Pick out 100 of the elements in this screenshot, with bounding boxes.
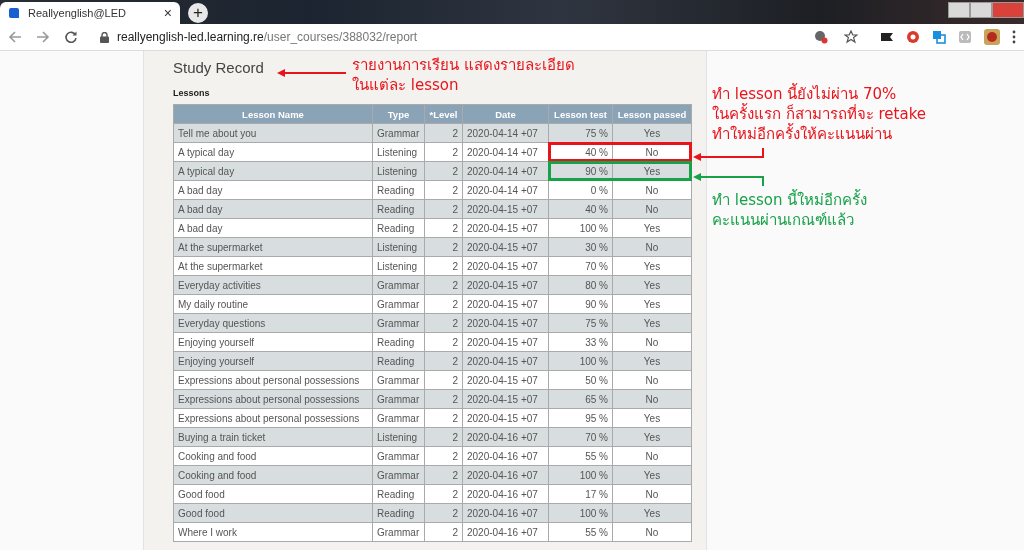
table-cell: 2020-04-15 +07: [463, 314, 549, 333]
table-cell: 2: [425, 181, 463, 200]
new-tab-button[interactable]: +: [188, 3, 208, 23]
column-header: *Level: [425, 105, 463, 124]
table-cell: Grammar: [373, 295, 425, 314]
table-cell: Cooking and food: [174, 447, 373, 466]
table-cell: Yes: [613, 466, 692, 485]
table-cell: 0 %: [549, 181, 613, 200]
arrow: [692, 148, 764, 162]
profile-avatar-icon[interactable]: [984, 29, 1000, 45]
table-cell: A typical day: [174, 162, 373, 181]
site-favicon-icon: [8, 7, 20, 19]
table-cell: 95 %: [549, 409, 613, 428]
table-cell: Grammar: [373, 466, 425, 485]
table-cell: Good food: [174, 485, 373, 504]
table-cell: Listening: [373, 162, 425, 181]
table-cell: 2: [425, 390, 463, 409]
table-cell: Listening: [373, 428, 425, 447]
table-cell: At the supermarket: [174, 238, 373, 257]
table-cell: 2: [425, 428, 463, 447]
table-cell: 65 %: [549, 390, 613, 409]
table-cell: Reading: [373, 504, 425, 523]
extension-icon[interactable]: [880, 30, 894, 44]
table-cell: Grammar: [373, 314, 425, 333]
column-header: Type: [373, 105, 425, 124]
table-cell: 2020-04-15 +07: [463, 390, 549, 409]
close-tab-button[interactable]: ×: [163, 5, 172, 21]
table-cell: 80 %: [549, 276, 613, 295]
table-cell: 2020-04-16 +07: [463, 523, 549, 542]
table-cell: 2: [425, 523, 463, 542]
table-cell: 2020-04-16 +07: [463, 504, 549, 523]
reload-icon[interactable]: [64, 30, 78, 44]
table-cell: 2: [425, 333, 463, 352]
table-cell: 2: [425, 371, 463, 390]
table-cell: Grammar: [373, 523, 425, 542]
maximize-button[interactable]: [970, 2, 992, 18]
page-title: Study Record: [173, 59, 264, 76]
table-cell: 2: [425, 238, 463, 257]
table-cell: 2020-04-15 +07: [463, 219, 549, 238]
table-cell: 2020-04-15 +07: [463, 200, 549, 219]
forward-icon[interactable]: [36, 30, 50, 44]
table-cell: 55 %: [549, 447, 613, 466]
table-cell: 2: [425, 447, 463, 466]
table-cell: Yes: [613, 409, 692, 428]
table-cell: 2: [425, 143, 463, 162]
table-cell: My daily routine: [174, 295, 373, 314]
table-cell: 2: [425, 352, 463, 371]
table-cell: Grammar: [373, 390, 425, 409]
arrow: [692, 173, 764, 187]
table-cell: 2020-04-14 +07: [463, 124, 549, 143]
annotation-text: รายงานการเรียน แสดงรายละเอียด ในแต่ละ lesson: [352, 55, 575, 95]
table-cell: No: [613, 200, 692, 219]
table-cell: 75 %: [549, 314, 613, 333]
back-icon[interactable]: [8, 30, 22, 44]
table-cell: No: [613, 390, 692, 409]
table-cell: No: [613, 371, 692, 390]
table-cell: 2: [425, 295, 463, 314]
table-cell: 2: [425, 257, 463, 276]
table-cell: Reading: [373, 333, 425, 352]
table-cell: Listening: [373, 143, 425, 162]
table-cell: Good food: [174, 504, 373, 523]
table-cell: Yes: [613, 314, 692, 333]
table-cell: Yes: [613, 352, 692, 371]
table-cell: Everyday questions: [174, 314, 373, 333]
table-cell: 100 %: [549, 219, 613, 238]
table-cell: Reading: [373, 219, 425, 238]
table-cell: Listening: [373, 238, 425, 257]
table-cell: No: [613, 485, 692, 504]
table-cell: 100 %: [549, 504, 613, 523]
table-cell: Yes: [613, 295, 692, 314]
annotation-text: ทำ lesson นี้ยังไม่ผ่าน 70% ในครั้งแรก ก็สามารถที่จะ retake ทำใหม่อีกครั้งให้คะแนนผ่าน: [712, 84, 927, 144]
table-cell: Enjoying yourself: [174, 333, 373, 352]
table-cell: 2: [425, 409, 463, 428]
arrow: [276, 68, 347, 78]
table-cell: 2020-04-15 +07: [463, 295, 549, 314]
table-cell: Reading: [373, 200, 425, 219]
table-cell: 2: [425, 466, 463, 485]
star-icon[interactable]: [844, 30, 858, 44]
lock-icon: [100, 31, 109, 43]
table-cell: 70 %: [549, 428, 613, 447]
table-cell: Yes: [613, 504, 692, 523]
table-cell: 2020-04-14 +07: [463, 181, 549, 200]
table-cell: Listening: [373, 257, 425, 276]
table-cell: A bad day: [174, 219, 373, 238]
column-header: Lesson passed: [613, 105, 692, 124]
minimize-button[interactable]: [948, 2, 970, 18]
table-cell: Everyday activities: [174, 276, 373, 295]
column-header: Date: [463, 105, 549, 124]
menu-icon[interactable]: [1012, 30, 1016, 44]
table-cell: 100 %: [549, 466, 613, 485]
table-cell: 2020-04-15 +07: [463, 238, 549, 257]
blocked-camera-icon[interactable]: [814, 30, 828, 44]
table-cell: Where I work: [174, 523, 373, 542]
tab-title[interactable]: Reallyenglish@LED: [28, 7, 156, 19]
table-cell: 2: [425, 219, 463, 238]
table-cell: No: [613, 523, 692, 542]
table-cell: 100 %: [549, 352, 613, 371]
table-cell: Grammar: [373, 409, 425, 428]
table-cell: Reading: [373, 352, 425, 371]
annotation-text: ทำ lesson นี้ใหม่อีกครั้ง คะแนนผ่านเกณฑ์แล้ว: [712, 190, 868, 230]
